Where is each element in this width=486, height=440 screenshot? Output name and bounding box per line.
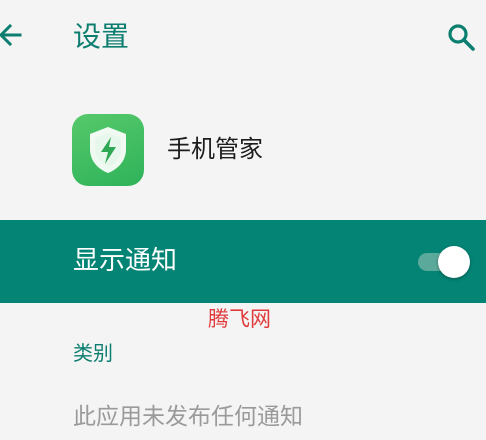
no-notifications-message: 此应用未发布任何通知	[73, 404, 303, 430]
show-notifications-label: 显示通知	[73, 246, 178, 276]
search-icon	[448, 24, 475, 51]
show-notifications-toggle[interactable]	[418, 246, 470, 278]
app-icon	[72, 114, 144, 186]
toggle-knob	[438, 246, 470, 278]
app-name: 手机管家	[167, 135, 263, 163]
app-bar: 设置	[0, 0, 486, 80]
shield-bolt-icon	[90, 127, 126, 173]
show-notifications-row[interactable]: 显示通知	[0, 220, 486, 303]
search-button[interactable]	[444, 20, 478, 54]
back-button[interactable]	[0, 20, 26, 50]
watermark: 腾飞网	[208, 307, 271, 331]
app-info-row: 手机管家	[0, 110, 486, 190]
category-header: 类别	[73, 341, 113, 365]
page-title: 设置	[73, 20, 130, 53]
arrow-back-icon	[0, 23, 22, 47]
